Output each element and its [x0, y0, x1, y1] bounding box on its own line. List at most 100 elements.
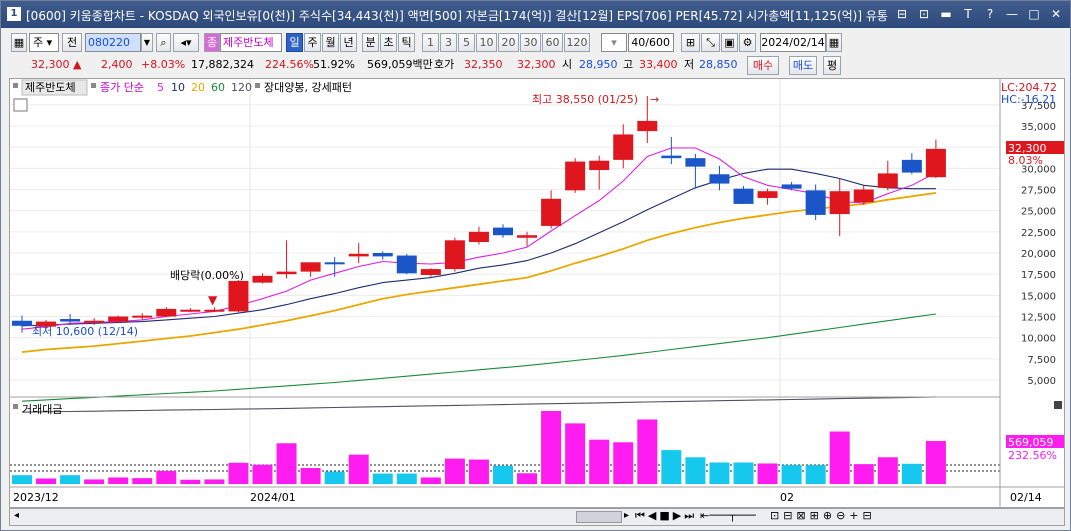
chart-area[interactable]: 37,50035,00032,50030,00027,50025,00022,5… — [9, 78, 1065, 508]
volume-bar — [252, 464, 273, 484]
candle-body — [420, 269, 441, 276]
y-tick-label: 20,000 — [1021, 249, 1056, 260]
hc-label: HC:-16.21 — [1001, 93, 1056, 106]
scroll-thumb[interactable] — [576, 511, 622, 523]
pane-close-icon[interactable] — [1054, 401, 1062, 409]
interval-3[interactable]: 3 — [440, 33, 457, 52]
dividend-arrow-icon: ▼ — [208, 293, 218, 307]
dividend-annotation: 배당락(0.00%) — [170, 269, 244, 282]
volume-bar — [276, 443, 297, 484]
layout-icon[interactable]: ⊟ — [894, 6, 910, 22]
horizontal-scrollbar[interactable]: ◂ ▸ ⏮◀■▶⏭ ⇤───┬─── ⊡⊟⊠⊞⊕⊖+⊟ — [9, 508, 1065, 526]
minimize-icon[interactable]: — — [1004, 6, 1020, 22]
tab-period-second[interactable]: 초 — [380, 33, 397, 52]
calendar-icon[interactable]: ▦ — [826, 33, 842, 52]
interval-10[interactable]: 10 — [476, 33, 497, 52]
menu-icon[interactable]: ▦ — [11, 33, 27, 52]
maximize-icon[interactable]: □ — [1026, 6, 1042, 22]
close-icon[interactable]: ✕ — [1048, 6, 1064, 22]
volume-tag-value: 569,059 — [1008, 436, 1054, 449]
volume-bar — [757, 463, 778, 484]
search-icon[interactable]: ⌕ — [156, 33, 171, 52]
save-icon[interactable]: ▣ — [721, 33, 738, 52]
y-tick-label: 25,000 — [1021, 207, 1056, 218]
eval-button[interactable]: 평 — [823, 56, 841, 75]
help-icon[interactable]: ? — [982, 6, 998, 22]
candles — [12, 95, 946, 333]
candle-body — [733, 188, 754, 204]
legend-marker-icon — [13, 83, 18, 88]
candle-body — [781, 184, 802, 189]
interval-1[interactable]: 1 — [422, 33, 439, 52]
low-price: 28,850 — [699, 58, 738, 71]
view-tools-icon[interactable]: ⊡⊟⊠⊞⊕⊖+⊟ — [770, 509, 876, 522]
pin-icon[interactable]: ▬ — [938, 6, 954, 22]
chevron-down-icon[interactable]: ▼ — [141, 33, 153, 52]
legend-stock-name: 제주반도체 — [25, 81, 76, 94]
stock-code-input[interactable]: 080220 — [85, 33, 141, 52]
candle-body — [493, 227, 513, 236]
tab-period-year[interactable]: 년 — [340, 33, 357, 52]
candle-body — [589, 160, 610, 171]
y-tick-label: 7,500 — [1027, 355, 1056, 366]
interval-30[interactable]: 30 — [520, 33, 541, 52]
candle-body — [348, 253, 369, 257]
interval-20[interactable]: 20 — [498, 33, 519, 52]
low-annotation: 최저 10,600 (12/14) — [32, 325, 138, 338]
custom-interval-select[interactable]: ▾ — [601, 33, 627, 52]
draw-tool-icon[interactable]: ⤡ — [701, 33, 720, 52]
y-tick-label: 10,000 — [1021, 334, 1056, 345]
volume-bar — [541, 411, 562, 484]
volume-bar — [565, 423, 586, 484]
open-price: 28,950 — [579, 58, 618, 71]
indicator-icon[interactable]: ⊞ — [681, 33, 700, 52]
candle-body — [180, 309, 201, 312]
candlestick-chart[interactable]: 37,50035,00032,50030,00027,50025,00022,5… — [10, 79, 1064, 507]
volume-bar — [901, 463, 922, 484]
y-tick-label: 15,000 — [1021, 291, 1056, 302]
legend-ma5: 5 — [157, 81, 164, 94]
interval-60[interactable]: 60 — [542, 33, 563, 52]
volume-bar — [348, 454, 369, 484]
x-label-02-14: 02/14 — [1010, 491, 1042, 504]
gear-icon[interactable]: ⚙ — [739, 33, 756, 52]
volume-bar — [589, 439, 610, 484]
scroll-left-icon[interactable]: ◂ — [14, 510, 19, 521]
price-tag-pct: 8.03% — [1008, 154, 1043, 167]
buy-button[interactable]: 매수 — [747, 56, 779, 75]
volume-bar — [805, 465, 826, 484]
sell-button[interactable]: 매도 — [789, 56, 817, 75]
volume-bar — [12, 475, 32, 484]
candle-body — [757, 191, 778, 198]
font-icon[interactable]: T — [960, 6, 976, 22]
name-tag[interactable]: 종 — [204, 33, 220, 52]
tab-period-week[interactable]: 주 — [304, 33, 321, 52]
trade-amount: 569,059백만 — [367, 58, 433, 71]
tab-period-month[interactable]: 월 — [322, 33, 339, 52]
price-grid — [10, 79, 1000, 487]
scroll-right-icon[interactable]: ▸ — [624, 510, 629, 521]
tab-period-tick[interactable]: 틱 — [398, 33, 415, 52]
playback-controls-icon[interactable]: ⏮◀■▶⏭ — [635, 509, 697, 523]
volume-bar — [300, 468, 321, 484]
price-change-pct: +8.03% — [141, 58, 186, 71]
interval-120[interactable]: 120 — [564, 33, 590, 52]
period-type-select[interactable]: 주 ▾ — [29, 33, 59, 52]
link-icon[interactable]: ⊡ — [916, 6, 932, 22]
candle-body — [204, 309, 225, 312]
table-icon[interactable] — [13, 98, 28, 112]
volume-bar — [132, 478, 153, 484]
volume-tag-pct: 232.56% — [1008, 449, 1057, 462]
data-count-input[interactable]: 40/600 — [628, 33, 674, 52]
sound-icon[interactable]: ◂▾ — [173, 33, 199, 52]
legend-ma20: 20 — [191, 81, 205, 94]
volume-bar — [156, 470, 177, 484]
zoom-slider-icon[interactable]: ⇤───┬─── — [700, 509, 756, 522]
date-input[interactable]: 2024/02/14 — [760, 33, 826, 52]
candle-body — [132, 315, 153, 318]
tab-period-minute[interactable]: 분 — [362, 33, 379, 52]
tab-period-day[interactable]: 일 — [286, 33, 303, 52]
interval-5[interactable]: 5 — [458, 33, 475, 52]
ma-line-ma60 — [21, 313, 936, 402]
all-button[interactable]: 전 — [62, 33, 82, 52]
